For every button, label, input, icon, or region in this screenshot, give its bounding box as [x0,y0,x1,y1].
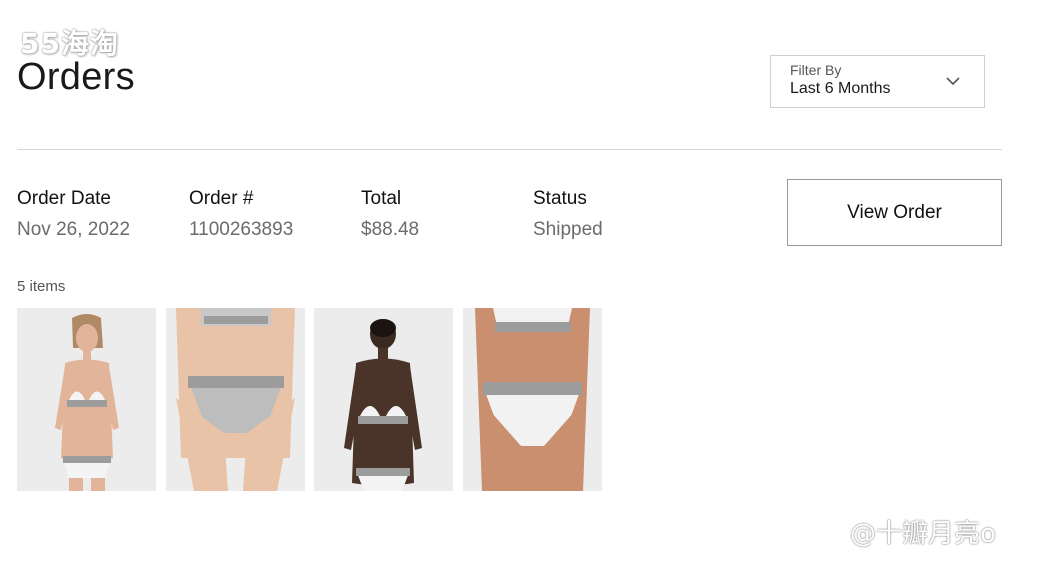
order-date-label: Order Date [17,188,111,209]
order-status-value: Shipped [533,219,603,240]
order-status-label: Status [533,188,587,209]
filter-label: Filter By [790,62,842,78]
order-total: Total $88.48 [361,188,419,241]
order-total-label: Total [361,188,402,209]
order-date: Order Date Nov 26, 2022 [17,188,130,241]
items-count: 5 items [17,278,66,295]
divider [17,149,1002,150]
view-order-button[interactable]: View Order [787,179,1002,246]
product-image[interactable] [463,308,602,491]
order-total-value: $88.48 [361,219,420,240]
chevron-down-icon [946,77,960,86]
watermark: @十瓣月亮o [850,519,996,549]
product-image[interactable] [17,308,156,491]
product-image[interactable] [166,308,305,491]
order-date-value: Nov 26, 2022 [17,219,131,240]
order-number-label: Order # [189,188,254,209]
order-status: Status Shipped [533,188,603,241]
page-title: Orders [17,56,135,98]
filter-dropdown[interactable]: Filter By Last 6 Months [770,55,985,108]
order-number-value: 1100263893 [189,219,294,240]
filter-value: Last 6 Months [790,80,891,97]
product-image[interactable] [314,308,453,491]
order-number: Order # 1100263893 [189,188,293,241]
